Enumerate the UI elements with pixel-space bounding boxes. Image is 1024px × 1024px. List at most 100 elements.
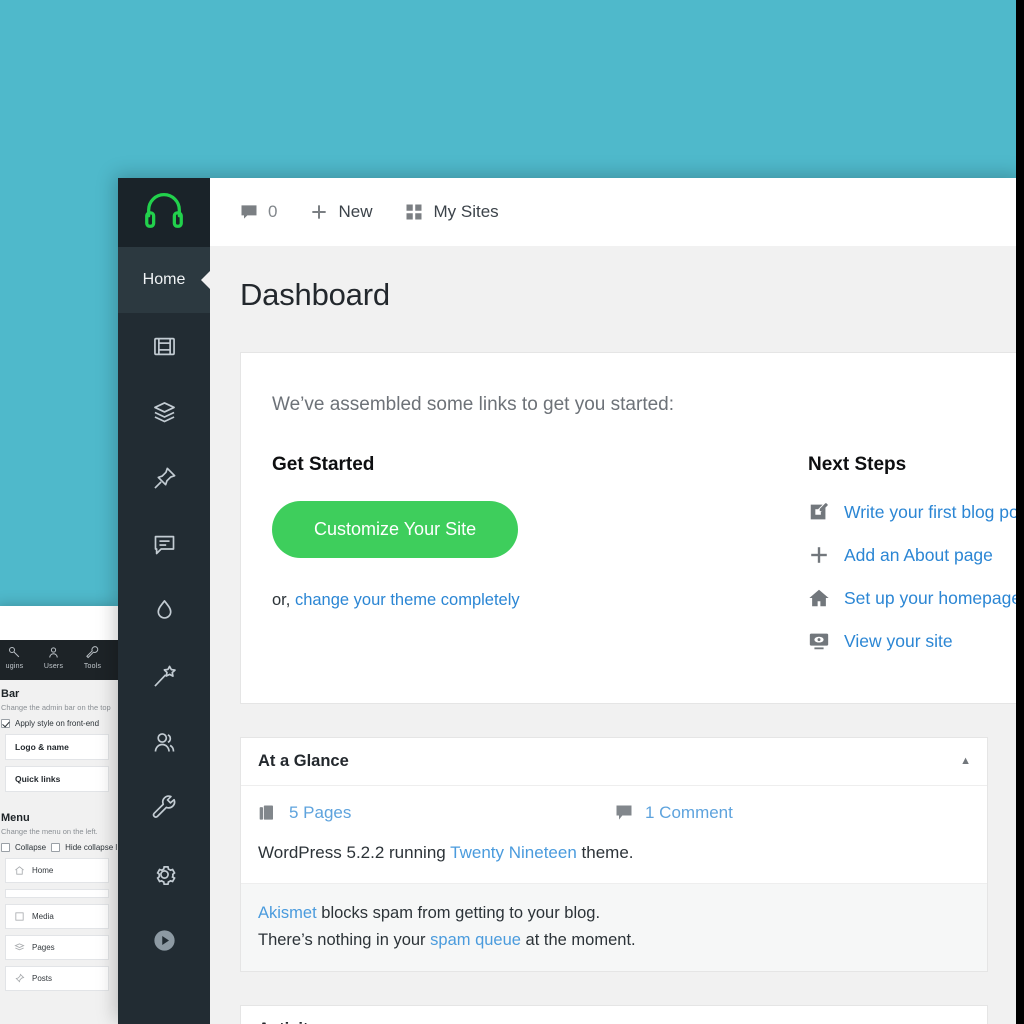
change-theme-line: or, change your theme completely	[272, 591, 808, 610]
bg-apply-style-row[interactable]: Apply style on front-end	[1, 712, 113, 728]
bg-nav-label-users: Users	[43, 663, 64, 670]
akismet-footer: Akismet blocks spam from getting to your…	[241, 883, 987, 972]
activity-header[interactable]: Activity ▲	[241, 1006, 987, 1024]
background-window-topbar	[0, 606, 118, 640]
bg-menu-item-pages[interactable]: Pages	[5, 935, 109, 960]
plus-icon	[309, 202, 329, 222]
bg-nav-item-users[interactable]: Users	[35, 643, 72, 670]
collapse-play-icon	[151, 927, 178, 954]
bg-menu-title: Menu	[1, 812, 30, 824]
next-step-link-view-site[interactable]: View your site	[844, 631, 953, 652]
background-admin-window[interactable]: ugins Users Tools Se	[0, 606, 118, 1024]
bg-menu-label-home: Home	[32, 866, 54, 875]
bg-menu-label-media: Media	[32, 912, 54, 921]
at-a-glance-header[interactable]: At a Glance ▲	[241, 738, 987, 786]
glance-stat-pages-link[interactable]: 5 Pages	[289, 803, 351, 823]
adminbar-comments[interactable]: 0	[229, 202, 299, 222]
background-window-nav[interactable]: ugins Users Tools Se	[0, 640, 118, 680]
next-step-view-site[interactable]: View your site	[808, 630, 1024, 652]
bg-apply-style-label: Apply style on front-end	[15, 719, 100, 728]
next-step-link-setup-homepage[interactable]: Set up your homepage	[844, 588, 1021, 609]
activity-title: Activity	[258, 1020, 318, 1024]
bg-menu-item-home[interactable]: Home	[5, 858, 109, 883]
or-prefix: or,	[272, 591, 295, 609]
home-icon	[808, 587, 830, 609]
next-step-add-about[interactable]: Add an About page	[808, 544, 1024, 566]
spam-suffix: at the moment.	[520, 930, 636, 949]
wrench-icon	[151, 794, 178, 822]
comment-icon	[614, 803, 634, 823]
comment-bubble-icon	[239, 202, 259, 222]
sidebar-item-home[interactable]: Home	[118, 247, 210, 313]
sidebar-item-comments[interactable]	[118, 511, 210, 577]
glance-stat-comments[interactable]: 1 Comment	[614, 803, 970, 823]
bg-hide-collapse-checkbox[interactable]	[51, 843, 61, 852]
adminbar-my-sites[interactable]: My Sites	[394, 202, 520, 222]
next-steps-heading: Next Steps	[808, 454, 907, 475]
change-theme-link[interactable]: change your theme completely	[295, 591, 520, 609]
sidebar-item-posts[interactable]	[118, 445, 210, 511]
wordpress-version-line: WordPress 5.2.2 running Twenty Nineteen …	[258, 843, 970, 883]
desktop-background: ugins Users Tools Se	[0, 0, 1024, 1024]
bg-collapse-checkbox[interactable]	[1, 843, 10, 852]
akismet-link[interactable]: Akismet	[258, 904, 317, 922]
version-prefix: WordPress 5.2.2 running	[258, 843, 451, 862]
sidebar-item-tools[interactable]	[118, 775, 210, 841]
welcome-get-started-column: Get Started Customize Your Site or, chan…	[272, 454, 808, 673]
posts-icon	[14, 973, 25, 984]
theme-link[interactable]: Twenty Nineteen	[450, 843, 577, 862]
bg-apply-style-checkbox[interactable]	[1, 719, 10, 728]
plug-icon	[0, 643, 33, 662]
sidebar-item-pages[interactable]	[118, 379, 210, 445]
site-logo[interactable]	[118, 178, 210, 247]
users-icon	[35, 643, 72, 662]
sidebar-item-plugins[interactable]	[118, 643, 210, 709]
version-suffix: theme.	[576, 843, 634, 862]
glance-stat-comments-link[interactable]: 1 Comment	[645, 803, 733, 823]
sidebar-item-media[interactable]	[118, 313, 210, 379]
next-step-link-add-about[interactable]: Add an About page	[844, 545, 993, 566]
adminbar-my-sites-label: My Sites	[433, 202, 499, 221]
screenshot-right-crop-edge	[1016, 0, 1024, 1024]
bg-menu-checkbox-row[interactable]: Collapse Hide collapse l	[1, 836, 117, 852]
activity-metabox: Activity ▲	[240, 1005, 988, 1024]
bg-menu-blank-row	[5, 889, 109, 898]
bg-card-logo-name[interactable]: Logo & name	[5, 734, 109, 760]
page-title: Dashboard	[240, 277, 390, 312]
adminbar-new[interactable]: New	[299, 202, 394, 222]
welcome-lead-text: We’ve assembled some links to get you st…	[272, 394, 675, 415]
sidebar-item-appearance[interactable]	[118, 577, 210, 643]
bg-menu-item-media[interactable]: Media	[5, 904, 109, 929]
bg-menu-item-posts[interactable]: Posts	[5, 966, 109, 991]
background-window-body: Bar Change the admin bar on the top Appl…	[0, 680, 118, 1024]
write-post-icon	[808, 501, 830, 523]
wordpress-admin-window: Home 0 New My Sites Dashboard We’ve asse…	[118, 178, 1024, 1024]
spam-queue-line: There’s nothing in your spam queue at th…	[258, 927, 970, 954]
bg-nav-item-plugins[interactable]: ugins	[0, 643, 33, 670]
bg-menu-label-pages: Pages	[32, 943, 55, 952]
bg-nav-label-plugins: ugins	[5, 663, 24, 670]
admin-content: 0 New My Sites Dashboard We’ve assembled…	[210, 178, 1024, 1024]
customize-your-site-button[interactable]: Customize Your Site	[272, 501, 519, 558]
sidebar-item-users[interactable]	[118, 709, 210, 775]
sidebar-item-settings[interactable]	[118, 841, 210, 907]
grid-icon	[404, 202, 424, 222]
at-a-glance-metabox: At a Glance ▲ 5 Pages 1 Comment WordPres…	[240, 737, 988, 973]
activity-toggle-button[interactable]: ▲	[958, 1020, 973, 1024]
spam-queue-link[interactable]: spam queue	[430, 931, 521, 949]
at-a-glance-title: At a Glance	[258, 752, 349, 770]
collapse-menu-button[interactable]	[118, 907, 210, 973]
next-step-write-post[interactable]: Write your first blog post	[808, 501, 1024, 523]
get-started-heading: Get Started	[272, 454, 375, 475]
bg-card-quick-links[interactable]: Quick links	[5, 766, 109, 792]
active-arrow-indicator	[201, 271, 210, 289]
next-step-setup-homepage[interactable]: Set up your homepage	[808, 587, 1024, 609]
adminbar-new-label: New	[338, 202, 373, 221]
bg-nav-item-tools[interactable]: Tools	[74, 643, 111, 670]
next-step-link-write-post[interactable]: Write your first blog post	[844, 502, 1024, 523]
bg-nav-label-tools: Tools	[83, 663, 102, 670]
glance-stat-pages[interactable]: 5 Pages	[258, 803, 614, 823]
at-a-glance-toggle-button[interactable]: ▲	[958, 752, 973, 771]
users-icon	[151, 729, 178, 756]
sidebar-item-label-home: Home	[142, 271, 186, 288]
